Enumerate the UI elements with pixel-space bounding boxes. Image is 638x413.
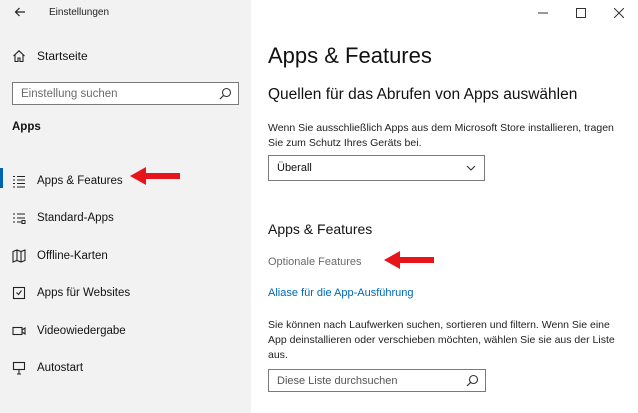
default-apps-icon bbox=[13, 213, 26, 225]
websites-icon bbox=[12, 287, 26, 300]
maximize-button[interactable] bbox=[562, 0, 600, 26]
sidebar-item-label: Autostart bbox=[37, 362, 84, 375]
list-description: Sie können nach Laufwerken suchen, sorti… bbox=[268, 319, 615, 361]
page-title: Apps & Features bbox=[268, 43, 432, 68]
sidebar-item-offline-maps[interactable]: Offline-Karten bbox=[0, 237, 251, 275]
sidebar-item-apps-for-websites[interactable]: Apps für Websites bbox=[0, 275, 251, 313]
list-search-input[interactable] bbox=[269, 370, 457, 391]
video-icon bbox=[12, 326, 26, 335]
home-icon bbox=[13, 50, 25, 63]
window-title: Einstellungen bbox=[49, 7, 110, 18]
minimize-icon bbox=[538, 12, 548, 14]
sidebar-home[interactable]: Startseite bbox=[12, 46, 88, 66]
startup-icon bbox=[12, 362, 26, 375]
minimize-button[interactable] bbox=[524, 0, 562, 26]
sidebar-nav: Apps & Features Standard-Apps Offline-Ka… bbox=[0, 162, 251, 387]
title-bar: Einstellungen bbox=[0, 0, 251, 26]
sidebar-item-label: Apps & Features bbox=[37, 174, 123, 187]
annotation-arrow-icon bbox=[130, 167, 180, 185]
sources-description: Wenn Sie ausschließlich Apps aus dem Mic… bbox=[268, 122, 614, 149]
back-button[interactable] bbox=[10, 3, 30, 21]
main-content: Apps & Features Quellen für das Abrufen … bbox=[251, 0, 638, 413]
settings-search[interactable] bbox=[12, 82, 239, 105]
sidebar-home-label: Startseite bbox=[37, 49, 88, 63]
list-icon bbox=[13, 175, 25, 188]
app-execution-aliases-link[interactable]: Aliase für die App-Ausführung bbox=[268, 287, 414, 299]
sidebar: Einstellungen Startseite Apps Apps & Fea… bbox=[0, 0, 251, 413]
search-icon[interactable] bbox=[219, 87, 232, 100]
apps-features-heading: Apps & Features bbox=[268, 221, 373, 237]
window-controls bbox=[524, 0, 638, 26]
sidebar-item-apps-features[interactable]: Apps & Features bbox=[0, 162, 251, 200]
sidebar-item-label: Apps für Websites bbox=[37, 287, 131, 300]
search-icon[interactable] bbox=[466, 374, 479, 387]
optional-features-link[interactable]: Optionale Features bbox=[268, 256, 362, 268]
sidebar-section-label: Apps bbox=[12, 121, 41, 133]
back-arrow-icon bbox=[14, 7, 25, 17]
sidebar-item-label: Standard-Apps bbox=[37, 212, 114, 225]
map-icon bbox=[12, 248, 26, 263]
sources-heading: Quellen für das Abrufen von Apps auswähl… bbox=[268, 86, 578, 103]
close-button[interactable] bbox=[600, 0, 638, 26]
app-sources-dropdown[interactable]: Überall bbox=[268, 155, 485, 181]
settings-search-input[interactable] bbox=[13, 83, 209, 104]
chevron-down-icon bbox=[466, 165, 476, 171]
list-search[interactable] bbox=[268, 369, 486, 392]
sidebar-item-label: Videowiedergabe bbox=[37, 324, 126, 337]
dropdown-selected-value: Überall bbox=[277, 162, 312, 174]
maximize-icon bbox=[576, 8, 586, 18]
annotation-arrow-icon bbox=[384, 251, 434, 269]
sidebar-item-default-apps[interactable]: Standard-Apps bbox=[0, 200, 251, 238]
sidebar-item-label: Offline-Karten bbox=[37, 249, 108, 262]
sidebar-item-video-playback[interactable]: Videowiedergabe bbox=[0, 312, 251, 350]
close-icon bbox=[614, 8, 624, 18]
sidebar-item-startup[interactable]: Autostart bbox=[0, 350, 251, 388]
